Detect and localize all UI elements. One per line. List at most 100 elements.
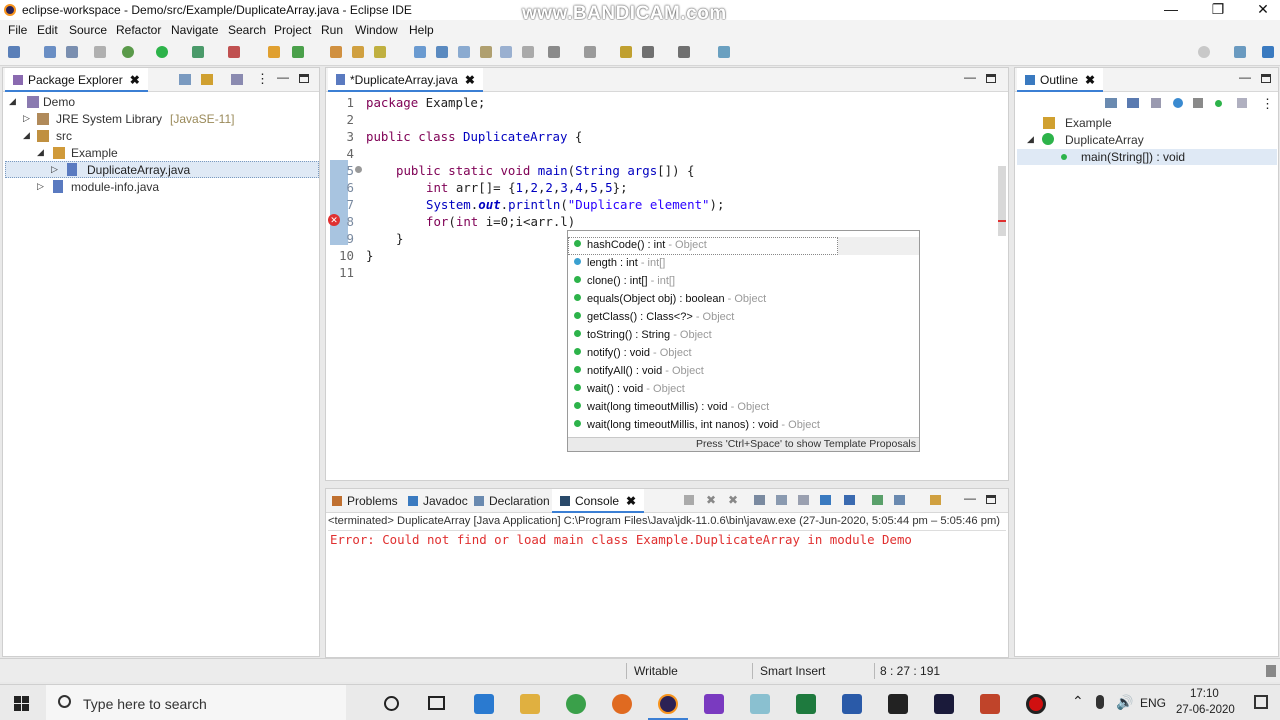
- code-line-6[interactable]: int arr[]= {1,2,2,3,4,5,5};: [426, 180, 628, 195]
- maximize-button[interactable]: ❐: [1195, 0, 1241, 20]
- tab-outline[interactable]: Outline ✖: [1017, 68, 1104, 92]
- hide-nonpublic-icon[interactable]: [1193, 98, 1203, 108]
- menu-navigate[interactable]: Navigate: [171, 23, 218, 37]
- code-line-7[interactable]: System.out.println("Duplicare element");: [426, 197, 724, 212]
- hide-local-types-icon[interactable]: [1215, 100, 1222, 107]
- maximize-view-icon[interactable]: [299, 74, 309, 83]
- menu-window[interactable]: Window: [355, 23, 398, 37]
- eclipse-taskbar-icon[interactable]: [658, 694, 678, 714]
- save-all-icon[interactable]: [66, 46, 78, 58]
- proposal-item[interactable]: equals(Object obj) : boolean - Object: [574, 293, 766, 311]
- menu-project[interactable]: Project: [274, 23, 311, 37]
- view-menu-icon[interactable]: ⋮: [1261, 96, 1274, 112]
- prev-annotation-icon[interactable]: [584, 46, 596, 58]
- menu-source[interactable]: Source: [69, 23, 107, 37]
- last-edit-icon[interactable]: [620, 46, 632, 58]
- menu-help[interactable]: Help: [409, 23, 434, 37]
- pin-editor-icon[interactable]: [718, 46, 730, 58]
- quick-access-search-icon[interactable]: [1198, 46, 1210, 58]
- show-whitespace-icon[interactable]: [500, 46, 512, 58]
- excel-icon[interactable]: [796, 694, 816, 714]
- code-line-1[interactable]: package Example;: [366, 95, 485, 110]
- terminate-icon[interactable]: [684, 495, 694, 505]
- new-package-icon[interactable]: [292, 46, 304, 58]
- block-selection-icon[interactable]: [480, 46, 492, 58]
- close-tab-icon[interactable]: ✖: [626, 494, 636, 508]
- mail-icon[interactable]: [474, 694, 494, 714]
- cortana-icon[interactable]: [384, 696, 399, 711]
- minimize-editor-icon[interactable]: —: [964, 70, 976, 84]
- remove-all-icon[interactable]: ✖: [728, 493, 738, 507]
- link-editor-icon[interactable]: [1237, 98, 1247, 108]
- maximize-view-icon[interactable]: [986, 495, 996, 504]
- proposal-item[interactable]: clone() : int[] - int[]: [574, 275, 675, 293]
- show-hidden-icons-icon[interactable]: ⌃: [1072, 693, 1084, 710]
- windows-start-icon[interactable]: [14, 696, 30, 712]
- proposal-item[interactable]: wait(long timeoutMillis, int nanos) : vo…: [574, 419, 820, 437]
- proposal-item[interactable]: notify() : void - Object: [574, 347, 692, 365]
- close-tab-icon[interactable]: ✖: [465, 73, 475, 87]
- code-line-5[interactable]: public static void main(String args[]) {: [396, 163, 694, 178]
- close-tab-icon[interactable]: ✖: [130, 73, 140, 87]
- collapse-all-icon[interactable]: [179, 74, 191, 85]
- sort-icon[interactable]: [1127, 98, 1139, 108]
- open-console-icon[interactable]: [930, 495, 941, 505]
- vscode-icon[interactable]: [934, 694, 954, 714]
- notepad-icon[interactable]: [750, 694, 770, 714]
- display-console-icon[interactable]: [894, 495, 905, 505]
- proposal-item[interactable]: length : int - int[]: [574, 257, 665, 275]
- proposal-item[interactable]: toString() : String - Object: [574, 329, 712, 347]
- clear-console-icon[interactable]: [798, 495, 809, 505]
- menu-edit[interactable]: Edit: [37, 23, 58, 37]
- clock-time[interactable]: 17:10: [1190, 688, 1219, 700]
- error-marker-icon[interactable]: ✕: [328, 214, 340, 226]
- toggle-mark-icon[interactable]: [414, 46, 426, 58]
- menu-run[interactable]: Run: [321, 23, 343, 37]
- scroll-lock-icon[interactable]: [754, 495, 765, 505]
- proposal-item[interactable]: getClass() : Class<?> - Object: [574, 311, 734, 329]
- fold-marker-icon[interactable]: [355, 166, 362, 173]
- filter-icon[interactable]: [231, 74, 243, 85]
- volume-icon[interactable]: 🔊: [1116, 694, 1133, 711]
- maximize-editor-icon[interactable]: [986, 74, 996, 83]
- input-language[interactable]: ENG: [1140, 696, 1166, 710]
- hide-static-icon[interactable]: [1173, 98, 1183, 108]
- remove-launch-icon[interactable]: ✖: [706, 493, 716, 507]
- forward-icon[interactable]: [678, 46, 690, 58]
- proposal-item[interactable]: wait(long timeoutMillis) : void - Object: [574, 401, 769, 419]
- taskbar-search-box[interactable]: Type here to search: [46, 685, 346, 720]
- coverage-icon[interactable]: [192, 46, 204, 58]
- tab-duplicatearray[interactable]: *DuplicateArray.java ✖: [328, 68, 483, 92]
- chrome-icon[interactable]: [566, 694, 586, 714]
- code-line-10[interactable]: }: [366, 248, 373, 263]
- minimize-view-icon[interactable]: —: [964, 491, 976, 505]
- proposal-item[interactable]: notifyAll() : void - Object: [574, 365, 704, 383]
- menu-refactor[interactable]: Refactor: [116, 23, 161, 37]
- close-tab-icon[interactable]: ✖: [1085, 73, 1095, 87]
- console-error-output[interactable]: Error: Could not find or load main class…: [330, 532, 912, 547]
- code-line-8[interactable]: for(int i=0;i<arr.l): [426, 214, 575, 229]
- run-icon[interactable]: [156, 46, 168, 58]
- file-explorer-icon[interactable]: [520, 694, 540, 714]
- error-overview-marker[interactable]: [998, 220, 1006, 222]
- close-window-button[interactable]: ✕: [1240, 0, 1280, 20]
- new-java-project-icon[interactable]: [268, 46, 280, 58]
- open-task-icon[interactable]: [352, 46, 364, 58]
- debug-icon[interactable]: [122, 46, 134, 58]
- tab-package-explorer[interactable]: Package Explorer ✖: [5, 68, 148, 92]
- hide-fields-icon[interactable]: [1151, 98, 1161, 108]
- paragraph-icon[interactable]: [522, 46, 534, 58]
- menu-file[interactable]: File: [8, 23, 27, 37]
- visual-studio-icon[interactable]: [704, 694, 724, 714]
- collapse-all-icon[interactable]: [1105, 98, 1117, 108]
- tab-console[interactable]: Console ✖: [552, 489, 645, 513]
- pin-console-icon[interactable]: [872, 495, 883, 505]
- word-wrap-icon[interactable]: [776, 495, 787, 505]
- menu-search[interactable]: Search: [228, 23, 266, 37]
- powerpoint-icon[interactable]: [980, 694, 1000, 714]
- new-icon[interactable]: [8, 46, 20, 58]
- notes-icon[interactable]: [888, 694, 908, 714]
- firefox-icon[interactable]: [612, 694, 632, 714]
- minimize-view-icon[interactable]: —: [277, 70, 289, 84]
- view-menu-icon[interactable]: ⋮: [256, 71, 269, 87]
